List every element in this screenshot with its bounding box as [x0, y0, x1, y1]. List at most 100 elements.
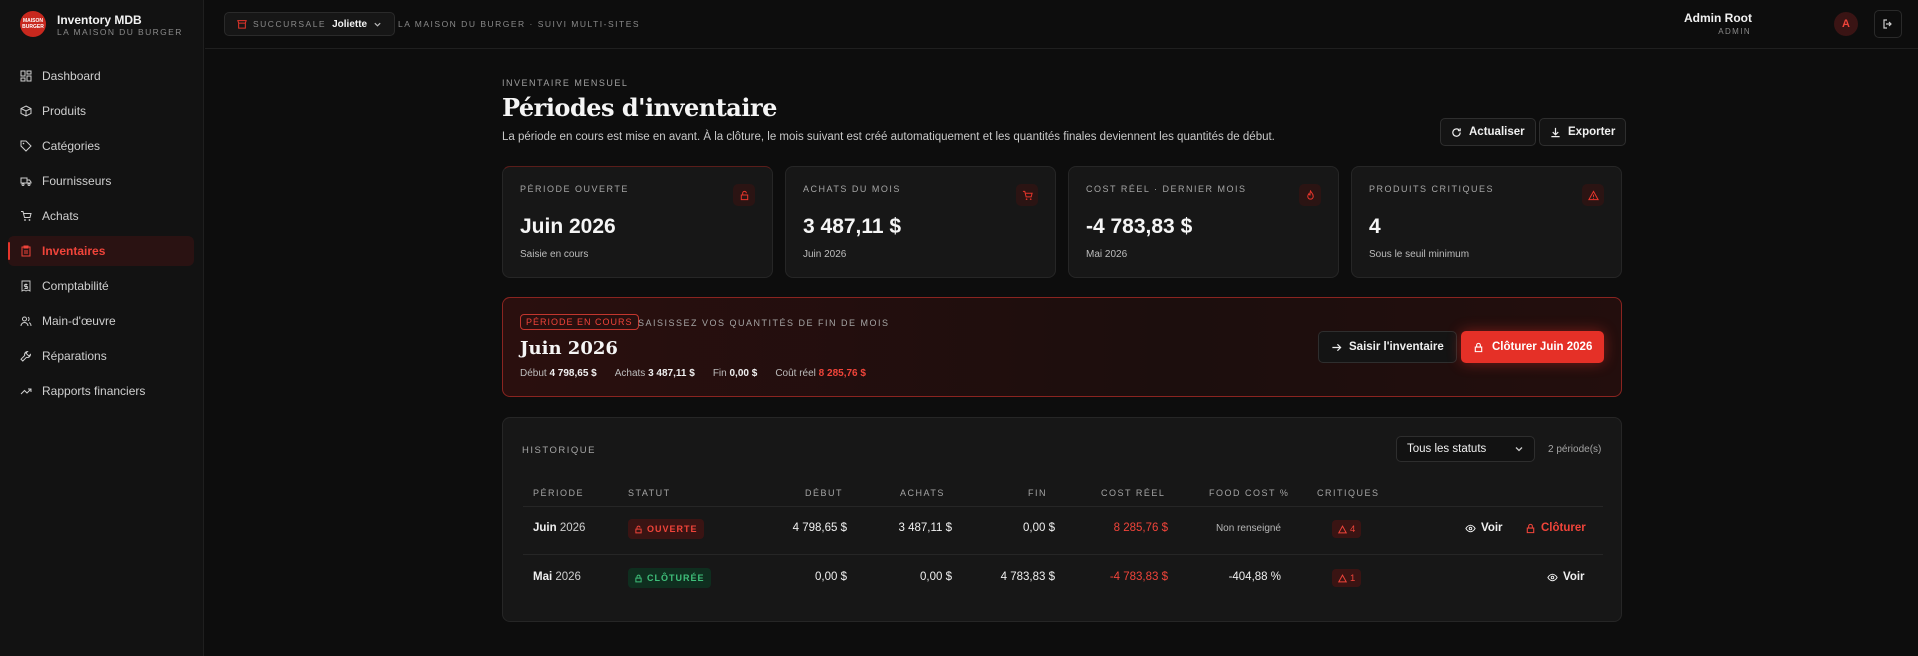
sidebar: Dashboard Produits Catégories Fournisseu…: [0, 49, 204, 656]
lock-icon: [1526, 523, 1535, 533]
current-period-hint: SAISISSEZ VOS QUANTITÉS DE FIN DE MOIS: [638, 318, 890, 328]
users-icon: [20, 316, 32, 327]
status-filter-select[interactable]: Tous les statuts: [1396, 436, 1535, 462]
warning-icon: [1582, 184, 1604, 206]
status-badge: OUVERTE: [628, 519, 704, 539]
sidebar-item-fournisseurs[interactable]: Fournisseurs: [8, 166, 194, 196]
lock-open-icon: [733, 184, 755, 206]
tag-icon: [20, 140, 32, 152]
stat-card-value: -4 783,83 $: [1086, 215, 1193, 238]
table-divider: [523, 554, 1603, 555]
sidebar-item-rapports-financiers[interactable]: Rapports financiers: [8, 376, 194, 406]
stat-purchases: Achats 3 487,11 $: [614, 368, 695, 379]
row-real-cost: -4 783,83 $: [1109, 571, 1168, 583]
user-role: ADMIN: [1718, 27, 1751, 36]
sidebar-item-label: Inventaires: [42, 244, 106, 258]
sidebar-item-achats[interactable]: Achats: [8, 201, 194, 231]
refresh-icon: [1452, 127, 1461, 137]
row-purchases: 0,00 $: [920, 571, 952, 583]
stat-card-open-period: PÉRIODE OUVERTE Juin 2026 Saisie en cour…: [502, 166, 773, 278]
sidebar-item-label: Dashboard: [42, 69, 101, 83]
current-period-badge: PÉRIODE EN COURS: [520, 314, 639, 330]
status-badge: CLÔTURÉE: [628, 568, 711, 588]
row-food-cost: -404,88 %: [1228, 571, 1281, 583]
row-end: 4 783,83 $: [1000, 571, 1055, 583]
close-row-button[interactable]: Clôturer: [1525, 522, 1586, 534]
sidebar-item-label: Main-d'œuvre: [42, 314, 116, 328]
row-purchases: 3 487,11 $: [898, 522, 952, 534]
stat-card-real-cost: COST RÉEL · DERNIER MOIS -4 783,83 $ Mai…: [1068, 166, 1339, 278]
sidebar-item-dashboard[interactable]: Dashboard: [8, 61, 194, 91]
sidebar-item-main-doeuvre[interactable]: Main-d'œuvre: [8, 306, 194, 336]
app-title: Inventory MDB: [57, 13, 142, 27]
store-icon: [237, 20, 247, 29]
refresh-button[interactable]: Actualiser: [1440, 118, 1536, 146]
stat-card-critical-products: PRODUITS CRITIQUES 4 Sous le seuil minim…: [1351, 166, 1622, 278]
current-period-stats: Début 4 798,65 $ Achats 3 487,11 $ Fin 0…: [520, 368, 866, 379]
box-icon: [20, 105, 32, 117]
row-start: 4 798,65 $: [792, 522, 847, 534]
current-period-panel: PÉRIODE EN COURS SAISISSEZ VOS QUANTITÉS…: [502, 297, 1622, 397]
sidebar-item-produits[interactable]: Produits: [8, 96, 194, 126]
stat-start: Début 4 798,65 $: [520, 368, 597, 379]
warning-icon: [1338, 573, 1347, 582]
logout-button[interactable]: [1874, 10, 1902, 38]
status-filter-value: Tous les statuts: [1407, 443, 1487, 455]
row-end: 0,00 $: [1023, 522, 1055, 534]
refresh-label: Actualiser: [1469, 126, 1525, 138]
sidebar-item-comptabilite[interactable]: Comptabilité: [8, 271, 194, 301]
chevron-down-icon: [1515, 447, 1523, 452]
sidebar-item-reparations[interactable]: Réparations: [8, 341, 194, 371]
stat-card-sub: Juin 2026: [803, 249, 847, 260]
flame-icon: [1299, 184, 1321, 206]
column-header-purchases: ACHATS: [900, 488, 945, 498]
page-eyebrow: INVENTAIRE MENSUEL: [502, 78, 629, 88]
enter-inventory-button[interactable]: Saisir l'inventaire: [1318, 331, 1457, 363]
period-count: 2 période(s): [1548, 444, 1602, 455]
truck-icon: [20, 177, 32, 186]
stat-card-value: 3 487,11 $: [803, 215, 902, 238]
row-real-cost: 8 285,76 $: [1113, 522, 1168, 534]
export-button[interactable]: Exporter: [1539, 118, 1627, 146]
stat-card-sub: Sous le seuil minimum: [1369, 249, 1470, 260]
lock-icon: [1474, 342, 1483, 352]
sidebar-item-inventaires[interactable]: Inventaires: [8, 236, 194, 266]
eye-icon: [1547, 573, 1558, 581]
export-label: Exporter: [1568, 126, 1616, 138]
branch-selector[interactable]: SUCCURSALE Joliette: [224, 12, 396, 36]
stat-card-value: Juin 2026: [520, 215, 616, 238]
sidebar-nav: Dashboard Produits Catégories Fournisseu…: [8, 61, 194, 411]
stat-card-purchases: ACHATS DU MOIS 3 487,11 $ Juin 2026: [785, 166, 1056, 278]
dashboard-icon: [20, 70, 32, 82]
stat-card-sub: Mai 2026: [1086, 249, 1128, 260]
sidebar-item-label: Achats: [42, 209, 79, 223]
view-button[interactable]: Voir: [1465, 522, 1503, 534]
top-tagline: LA MAISON DU BURGER · SUIVI MULTI-SITES: [398, 19, 641, 29]
warning-icon: [1338, 524, 1347, 533]
current-period-title: Juin 2026: [520, 338, 618, 359]
row-period: Juin 2026: [533, 522, 586, 534]
lock-open-icon: [635, 525, 642, 533]
sidebar-item-label: Catégories: [42, 139, 101, 153]
lock-icon: [635, 574, 642, 582]
sidebar-item-label: Comptabilité: [42, 279, 109, 293]
sidebar-item-label: Fournisseurs: [42, 174, 112, 188]
history-title: HISTORIQUE: [522, 445, 596, 456]
cart-icon: [21, 211, 32, 221]
column-header-end: FIN: [1028, 488, 1047, 498]
row-period: Mai 2026: [533, 571, 581, 583]
stat-card-sub: Saisie en cours: [520, 249, 589, 260]
view-button[interactable]: Voir: [1547, 571, 1585, 583]
brand: MAISON BURGER Inventory MDB LA MAISON DU…: [0, 0, 204, 49]
avatar[interactable]: A: [1834, 12, 1858, 36]
close-period-button[interactable]: Clôturer Juin 2026: [1461, 331, 1605, 363]
column-header-start: DÉBUT: [805, 488, 844, 498]
sidebar-item-label: Rapports financiers: [42, 384, 146, 398]
sidebar-item-categories[interactable]: Catégories: [8, 131, 194, 161]
stat-card-label: PRODUITS CRITIQUES: [1369, 184, 1495, 194]
receipt-icon: [21, 280, 31, 292]
cart-icon: [1016, 184, 1038, 206]
column-header-real-cost: COST RÉEL: [1101, 488, 1166, 498]
stat-cards: PÉRIODE OUVERTE Juin 2026 Saisie en cour…: [502, 166, 1622, 278]
logout-icon: [1883, 19, 1892, 29]
